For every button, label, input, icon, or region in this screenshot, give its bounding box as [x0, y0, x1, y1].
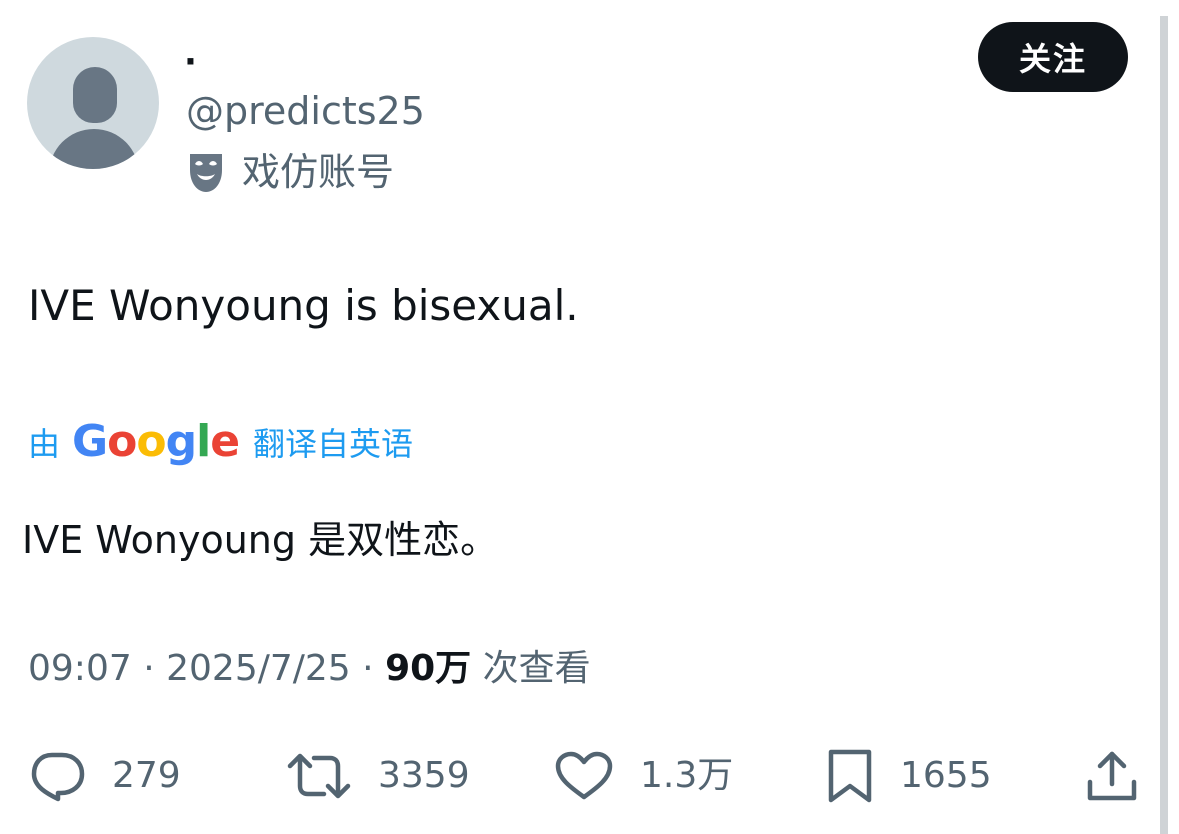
avatar[interactable]: [27, 37, 159, 169]
retweet-count: 3359: [378, 755, 470, 796]
bookmark-count: 1655: [900, 755, 992, 796]
share-icon: [1084, 748, 1140, 804]
google-logo: Google: [72, 412, 240, 472]
bookmark-icon: [826, 747, 874, 805]
display-name[interactable]: ·: [184, 42, 197, 82]
translated-from-label: 翻译自英语: [253, 425, 414, 463]
google-logo-letter: o: [136, 416, 166, 467]
google-logo-letter: e: [210, 416, 240, 467]
views-label: 次查看: [482, 648, 591, 689]
tweet-date[interactable]: 2025/7/25: [166, 648, 351, 689]
parody-account-label: 戏仿账号: [186, 146, 394, 198]
avatar-shoulders-shape: [49, 129, 139, 169]
views-count[interactable]: 90万: [385, 648, 471, 689]
reply-icon: [28, 750, 86, 802]
reply-button[interactable]: 279: [28, 740, 181, 812]
mask-icon: [186, 148, 226, 196]
follow-button[interactable]: 关注: [978, 22, 1128, 92]
retweet-icon: [286, 750, 352, 802]
tweet-time[interactable]: 09:07: [28, 648, 132, 689]
translation-attribution[interactable]: 由 Google 翻译自英语: [28, 412, 413, 472]
scrollbar-track[interactable]: [1160, 16, 1168, 834]
retweet-button[interactable]: 3359: [286, 740, 470, 812]
parody-label-text: 戏仿账号: [242, 150, 395, 194]
bookmark-button[interactable]: 1655: [826, 740, 992, 812]
tweet-text: IVE Wonyoung is bisexual.: [28, 281, 579, 330]
tweet-action-bar: 279 3359 1.3万 1655: [0, 740, 1160, 812]
avatar-head-shape: [73, 67, 117, 123]
translated-by-label: 由: [28, 425, 61, 463]
google-logo-letter: l: [196, 416, 211, 467]
translated-tweet-text: IVE Wonyoung 是双性恋。: [22, 518, 499, 562]
share-button[interactable]: [1084, 740, 1140, 812]
meta-separator: ·: [362, 648, 374, 689]
like-button[interactable]: 1.3万: [554, 740, 733, 812]
reply-count: 279: [112, 755, 181, 796]
google-logo-letter: o: [107, 416, 137, 467]
google-logo-letter: G: [72, 416, 108, 467]
meta-separator: ·: [143, 648, 155, 689]
tweet-meta: 09:07 · 2025/7/25 · 90万 次查看: [28, 644, 591, 694]
heart-icon: [554, 750, 614, 802]
like-count: 1.3万: [640, 755, 734, 796]
google-logo-letter: g: [165, 416, 197, 467]
user-handle[interactable]: @predicts25: [186, 88, 425, 134]
